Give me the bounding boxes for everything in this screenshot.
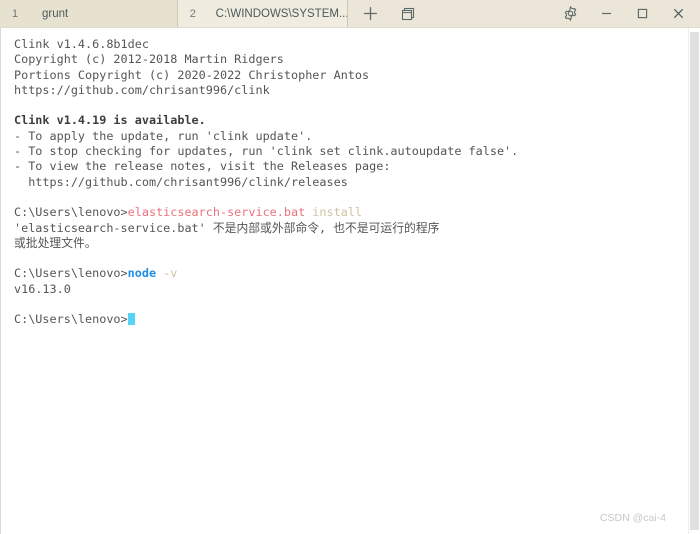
command-line-node: C:\Users\lenovo>node -v [14,266,688,281]
window-controls [552,0,700,27]
terminal-area: Clink v1.4.6.8b1dec Copyright (c) 2012-2… [0,27,700,534]
close-button[interactable] [660,0,696,27]
active-prompt-line[interactable]: C:\Users\lenovo> [14,312,688,327]
command-argument: -v [156,266,178,281]
tab-bar-actions [348,0,420,27]
shell-prompt: C:\Users\lenovo> [14,266,128,281]
settings-gear-button[interactable] [552,0,588,27]
tab-bar: 1 grunt 2 C:\WINDOWS\SYSTEM... [0,0,700,27]
minimize-button[interactable] [588,0,624,27]
output-line: Copyright (c) 2012-2018 Martin Ridgers [14,52,284,67]
output-line: 或批处理文件。 [14,235,97,250]
output-line: Portions Copyright (c) 2020-2022 Christo… [14,67,370,82]
text-cursor [127,313,135,326]
output-blank-line [14,98,688,113]
output-blank-line [14,297,688,312]
terminal-output[interactable]: Clink v1.4.6.8b1dec Copyright (c) 2012-2… [0,28,688,534]
terminal-window: 1 grunt 2 C:\WINDOWS\SYSTEM... Clink v1.… [0,0,700,534]
output-line: - To view the release notes, visit the R… [14,159,391,174]
output-line: - To apply the update, run 'clink update… [14,128,313,143]
command-argument: install [305,205,363,220]
output-line: 'elasticsearch-service.bat' 不是内部或外部命令, 也… [14,220,440,235]
command-name: node [127,266,157,281]
tab-bar-spacer [420,0,552,27]
watermark: CSDN @cai-4 [599,512,666,524]
command-line-elasticsearch: C:\Users\lenovo>elasticsearch-service.ba… [14,205,688,220]
output-blank-line [14,190,688,205]
output-blank-line [14,251,688,266]
vertical-scrollbar[interactable] [688,28,700,534]
command-name: elasticsearch-service.bat [127,205,306,220]
maximize-button[interactable] [624,0,660,27]
tab-grunt[interactable]: 1 grunt [0,0,178,27]
output-line: https://github.com/chrisant996/clink/rel… [14,174,348,189]
output-line: Clink v1.4.6.8b1dec [14,37,149,51]
output-line: - To stop checking for updates, run 'cli… [14,144,519,159]
output-line: v16.13.0 [14,281,71,296]
shell-prompt: C:\Users\lenovo> [14,312,128,327]
tab-number: 1 [11,7,19,20]
output-line: https://github.com/chrisant996/clink [14,82,270,97]
tab-number: 2 [189,7,196,20]
update-notice-heading: Clink v1.4.19 is available. [14,113,206,128]
duplicate-pane-icon[interactable] [396,2,420,26]
scrollbar-thumb[interactable] [690,32,699,530]
tab-title: C:\WINDOWS\SYSTEM... [215,7,347,20]
tab-title: grunt [42,7,69,20]
tab-system32[interactable]: 2 C:\WINDOWS\SYSTEM... [178,0,348,27]
new-tab-button[interactable] [358,2,382,26]
shell-prompt: C:\Users\lenovo> [14,205,128,220]
